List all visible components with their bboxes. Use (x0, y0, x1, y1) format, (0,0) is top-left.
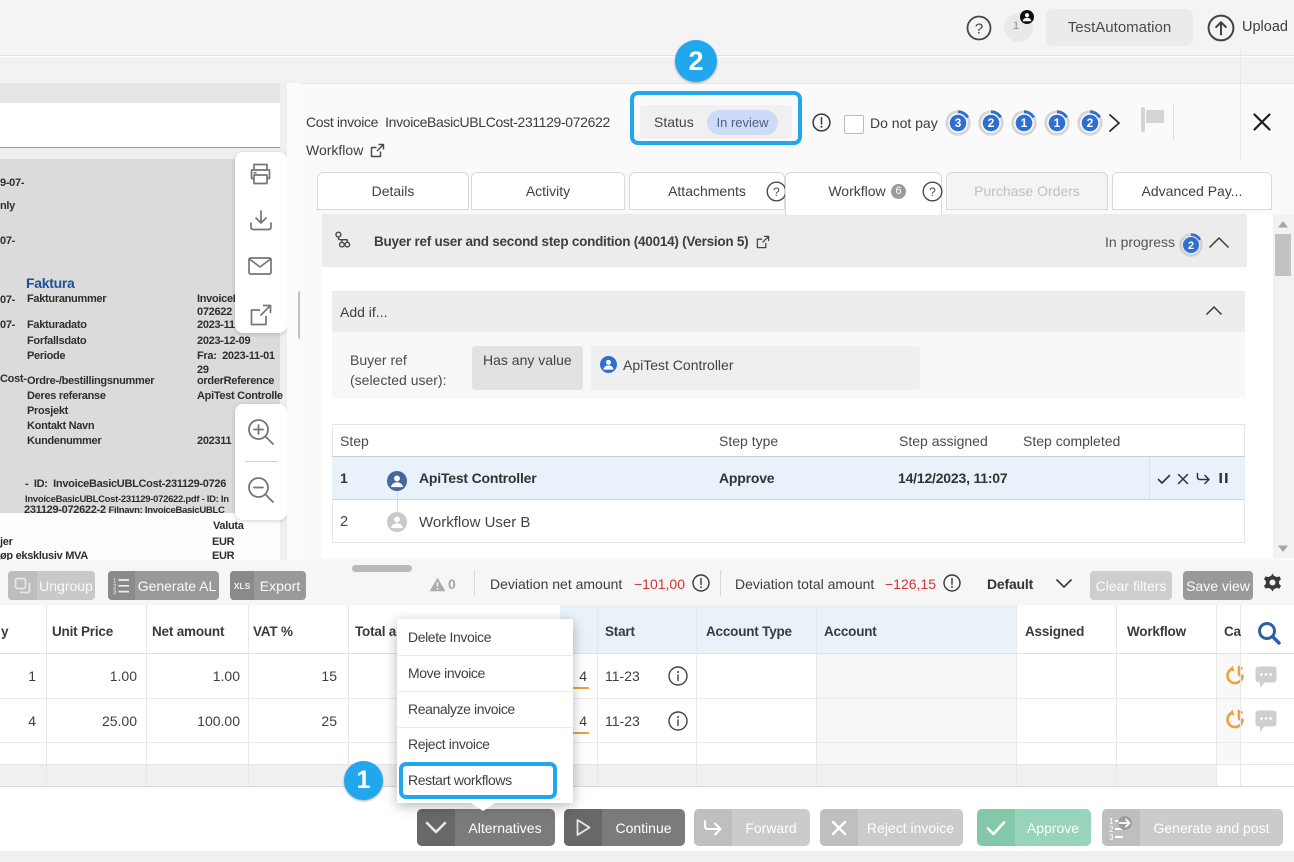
svg-text:1: 1 (1021, 116, 1028, 130)
svg-text:2: 2 (1188, 240, 1194, 252)
svg-text:3: 3 (1109, 833, 1114, 840)
svg-text:2: 2 (1087, 116, 1094, 130)
svg-text:3: 3 (955, 116, 962, 130)
svg-text:1: 1 (1054, 116, 1061, 130)
svg-text:?: ? (773, 185, 780, 199)
svg-text:?: ? (975, 21, 983, 38)
svg-text:?: ? (929, 185, 936, 199)
svg-text:2: 2 (988, 116, 995, 130)
svg-text:3: 3 (113, 590, 117, 594)
